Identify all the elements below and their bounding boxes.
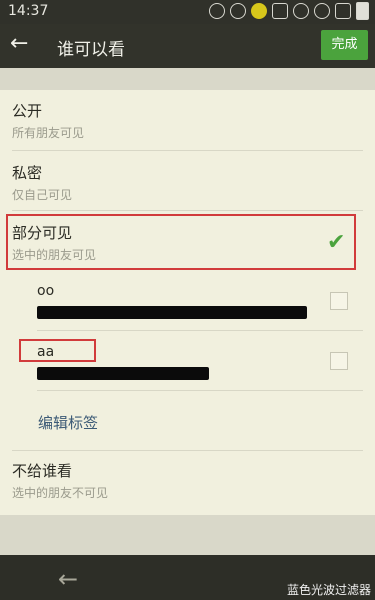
friend-name-oo: oo [37,283,55,299]
message-icon [209,3,225,19]
checkmark-icon [327,230,345,255]
battery-icon [356,2,369,20]
nav-back-icon[interactable] [58,565,78,593]
alarm-icon [293,3,309,19]
option-title: 私密 [12,164,43,182]
option-title: 不给谁看 [12,462,73,480]
friend-checkbox-aa[interactable] [330,352,348,370]
back-arrow-icon[interactable] [10,33,28,55]
navigation-bar: 蓝色光波过滤器 [0,555,375,600]
status-time: 14:37 [8,3,49,19]
option-subtitle: 所有朋友可见 [12,126,85,140]
wifi-icon [314,3,330,19]
option-title: 公开 [12,102,43,120]
sticker-icon [230,3,246,19]
redacted-bar [37,306,307,319]
signal-icon [335,3,351,19]
option-private[interactable]: 私密 仅自己可见 [0,150,375,210]
annotation-box [19,339,96,362]
app-bar: 谁可以看 [0,24,375,68]
option-exclude[interactable]: 不给谁看 选中的朋友不可见 [0,450,375,510]
option-public[interactable]: 公开 所有朋友可见 [0,90,375,150]
watermark: 蓝色光波过滤器 [286,583,371,597]
option-subtitle: 仅自己可见 [12,188,73,202]
image-icon [272,3,288,19]
option-subtitle: 选中的朋友不可见 [12,486,109,500]
page-title: 谁可以看 [57,40,125,60]
visibility-list: 公开 所有朋友可见 私密 仅自己可见 部分可见 选中的朋友可见 oo aa 不给… [0,90,375,515]
status-icons [209,2,369,20]
divider [37,330,363,331]
selected-option-highlight [6,214,356,270]
bottom-spacer [0,515,375,555]
top-spacer [0,68,375,90]
yellow-app-icon [251,3,267,19]
divider [37,390,363,391]
edit-tag-link[interactable]: 编辑标签 [38,412,98,433]
friend-checkbox-oo[interactable] [330,292,348,310]
status-bar: 14:37 [0,0,375,24]
done-button[interactable]: 完成 [321,30,368,60]
redacted-bar [37,367,209,380]
